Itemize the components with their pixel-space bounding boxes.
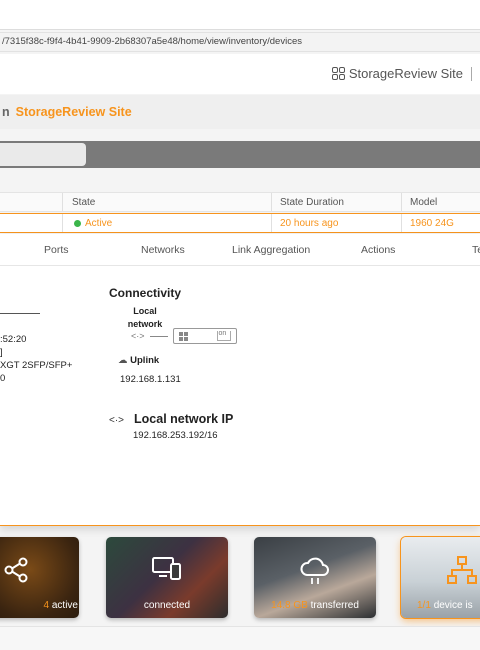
- link-line: [149, 335, 168, 337]
- summary-cards: 4 active connected 14.8 GB transferred 1…: [0, 537, 480, 621]
- column-divider: [62, 193, 63, 211]
- topology-icon: [447, 556, 477, 584]
- column-header-state-duration[interactable]: State Duration: [280, 193, 344, 212]
- breadcrumb-prefix: n: [2, 105, 10, 119]
- cloud-transfer-icon: [300, 557, 329, 584]
- column-divider: [271, 214, 272, 232]
- detail-tabs: Ports Networks Link Aggregation Actions …: [0, 234, 480, 266]
- card-caption: connected: [143, 600, 191, 611]
- connectivity-section: Connectivity Local network <·> on ☁ Upli…: [109, 286, 237, 441]
- table-header: State State Duration Model: [0, 192, 480, 212]
- browser-top-bar: [0, 0, 480, 30]
- app-header: StorageReview Site: [0, 54, 480, 94]
- state-duration-cell: 20 hours ago: [280, 218, 339, 229]
- network-nodes-icon: [4, 557, 28, 583]
- breadcrumb-site-link[interactable]: StorageReview Site: [16, 105, 132, 119]
- mac-address-fragment: :52:20: [0, 334, 27, 345]
- tab-link-aggregation[interactable]: Link Aggregation: [232, 234, 310, 266]
- local-network-ip: 192.168.253.192/16: [133, 430, 218, 441]
- link-arrows-icon: <·>: [109, 415, 125, 426]
- card-caption: 14.8 GB transferred: [271, 600, 359, 611]
- header-divider: [471, 66, 472, 81]
- column-header-state[interactable]: State: [72, 193, 95, 212]
- uplink-label: ☁ Uplink: [118, 355, 160, 366]
- status-dot-icon: [74, 219, 81, 227]
- card-devices[interactable]: 1/1 device is: [401, 537, 480, 618]
- column-divider: [62, 214, 63, 232]
- card-connected[interactable]: connected: [106, 537, 228, 618]
- tab-networks[interactable]: Networks: [141, 234, 185, 266]
- connectivity-diagram: <·> on: [131, 328, 237, 344]
- site-switcher[interactable]: StorageReview Site: [331, 66, 472, 81]
- search-input[interactable]: [0, 143, 86, 166]
- tab-truncated[interactable]: Te: [472, 234, 480, 266]
- card-caption: 4 active: [43, 600, 78, 611]
- devices-icon: [152, 557, 181, 580]
- address-bar[interactable]: /7315f38c-f9f4-4b41-9909-2b68307a5e48/ho…: [0, 32, 480, 52]
- local-network-ip-label: <·> Local network IP: [109, 412, 234, 426]
- uplink-ip: 192.168.1.131: [120, 374, 181, 385]
- footer-strip: [0, 626, 480, 650]
- column-header-model[interactable]: Model: [410, 193, 437, 212]
- switch-status: on: [216, 330, 231, 341]
- info-line-2: ]: [0, 347, 3, 358]
- card-caption: 1/1 device is: [417, 600, 473, 611]
- column-divider: [401, 193, 402, 211]
- switch-icon: on: [172, 328, 237, 344]
- link-arrows-icon: <·>: [131, 331, 145, 341]
- table-row[interactable]: Active 20 hours ago 1960 24G 2XGT: [0, 213, 480, 248]
- card-active[interactable]: 4 active: [0, 537, 79, 618]
- info-divider: [0, 313, 40, 314]
- card-transferred[interactable]: 14.8 GB transferred: [254, 537, 376, 618]
- sites-grid-icon: [331, 67, 345, 80]
- device-detail-panel: Ports Networks Link Aggregation Actions …: [0, 234, 480, 526]
- tab-ports[interactable]: Ports: [44, 234, 69, 266]
- site-switcher-label: StorageReview Site: [348, 66, 463, 81]
- column-divider: [401, 214, 402, 232]
- filter-bar: [0, 141, 480, 168]
- connectivity-title: Connectivity: [109, 286, 182, 300]
- state-cell: Active: [74, 214, 112, 233]
- breadcrumb: n StorageReview Site: [0, 95, 480, 129]
- info-line-4: 0: [0, 373, 6, 384]
- model-fragment: XGT 2SFP/SFP+: [0, 360, 73, 371]
- tab-actions[interactable]: Actions: [361, 234, 395, 266]
- cloud-icon: ☁: [118, 355, 128, 366]
- column-divider: [271, 193, 272, 211]
